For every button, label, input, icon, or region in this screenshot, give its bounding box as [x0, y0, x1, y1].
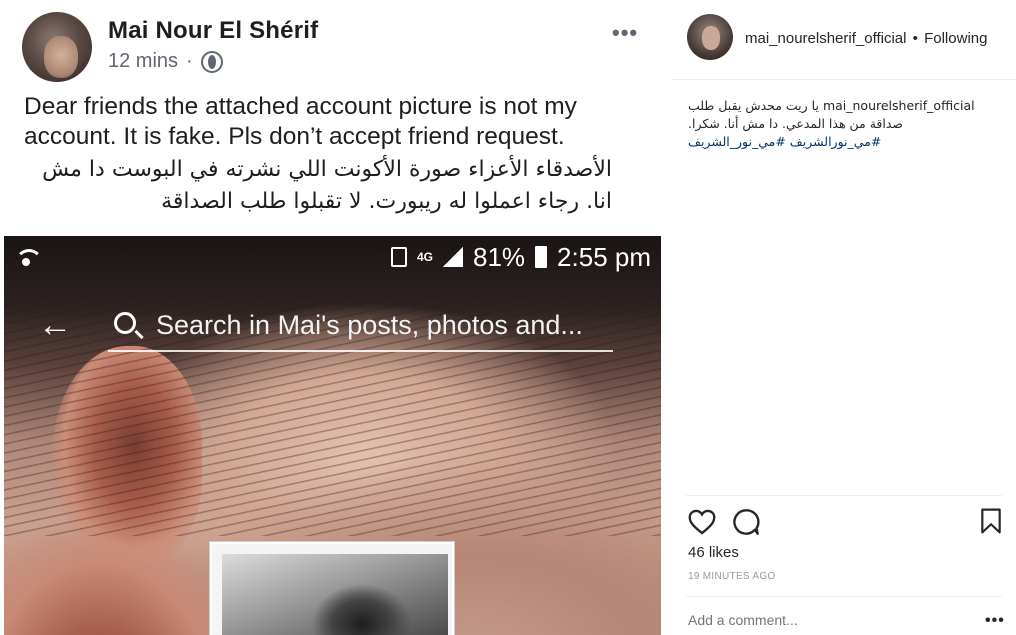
phone-search-row: ← Search in Mai's posts, photos and... [4, 306, 661, 346]
ig-comment-input[interactable] [688, 612, 948, 628]
ig-header: mai_nourelsherif_official • Following [672, 0, 1016, 80]
instagram-side-panel: mai_nourelsherif_official • Following ma… [672, 0, 1016, 635]
back-arrow-icon: ← [38, 306, 72, 344]
ig-post-time: 19 MINUTES AGO [688, 571, 776, 582]
battery-percent: 81% [473, 241, 526, 272]
ig-separator: • [912, 30, 918, 47]
search-icon [114, 312, 136, 334]
ig-caption: mai_nourelsherif_official يا ريت محدش يق… [688, 97, 996, 151]
search-underline [108, 350, 613, 352]
ig-avatar[interactable] [687, 14, 733, 60]
heart-icon[interactable] [688, 509, 716, 535]
ig-divider-comments [686, 596, 1002, 597]
fb-author-avatar [22, 12, 92, 82]
fb-more-icon: ••• [612, 20, 639, 45]
fb-author-name: Mai Nour El Shérif [108, 17, 319, 44]
phone-search-text: Search in Mai's posts, photos and... [156, 310, 583, 340]
ig-following-button[interactable]: Following [924, 30, 987, 47]
facebook-post-image: Mai Nour El Shérif 12 mins · ••• Dear fr… [0, 0, 668, 635]
phone-status-bar: 4G 81% 2:55 pm [4, 236, 661, 278]
sim-icon [390, 247, 407, 267]
ig-hashtag-1[interactable]: #مي_نورالشريف [790, 134, 882, 149]
profile-photo-thumbnail [210, 542, 454, 635]
phone-clock: 2:55 pm [557, 241, 651, 272]
fb-post-text-ar: الأصدقاء الأعزاء صورة الأكونت اللي نشرته… [42, 157, 612, 214]
phone-screenshot: 4G 81% 2:55 pm ← Search in Mai's posts, … [4, 236, 661, 635]
ig-divider [686, 495, 1002, 496]
ig-caption-username[interactable]: mai_nourelsherif_official [823, 98, 975, 113]
ig-header-text: mai_nourelsherif_official • Following [745, 30, 987, 47]
ig-action-bar [686, 506, 1004, 536]
ig-comment-more-icon[interactable]: ••• [985, 612, 1005, 630]
signal-icon [443, 247, 463, 267]
fb-post-text-en: Dear friends the attached account pictur… [24, 93, 577, 150]
network-label: 4G [416, 249, 433, 264]
ig-hashtag-2[interactable]: #مي_نور_الشريف [688, 134, 786, 149]
ig-likes-count[interactable]: 46 likes [688, 544, 739, 561]
fb-post-time: 12 mins [108, 50, 179, 72]
fb-post-meta: 12 mins · [108, 50, 223, 73]
battery-icon [535, 246, 548, 268]
comment-icon[interactable] [732, 508, 760, 536]
globe-icon [200, 50, 223, 73]
fb-post-text: Dear friends the attached account pictur… [24, 92, 644, 218]
bookmark-icon[interactable] [980, 508, 1002, 534]
ig-username-link[interactable]: mai_nourelsherif_official [745, 30, 906, 47]
wifi-icon [14, 247, 43, 267]
